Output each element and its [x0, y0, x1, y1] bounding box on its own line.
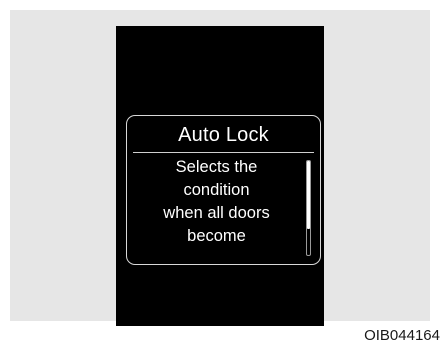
description-line: become	[187, 227, 246, 245]
description-line: when all doors	[163, 204, 270, 222]
popup-description: Selects the condition when all doors bec…	[139, 156, 294, 248]
scrollbar[interactable]	[306, 160, 311, 256]
cluster-display: Auto Lock Selects the condition when all…	[116, 26, 324, 326]
title-divider	[133, 152, 314, 153]
scrollbar-thumb[interactable]	[307, 161, 310, 229]
popup-title: Auto Lock	[178, 124, 269, 146]
description-line: condition	[183, 181, 250, 199]
description-line: Selects the	[175, 158, 258, 176]
image-code-label: OIB044164	[358, 325, 440, 344]
auto-lock-popup: Auto Lock Selects the condition when all…	[126, 115, 321, 265]
